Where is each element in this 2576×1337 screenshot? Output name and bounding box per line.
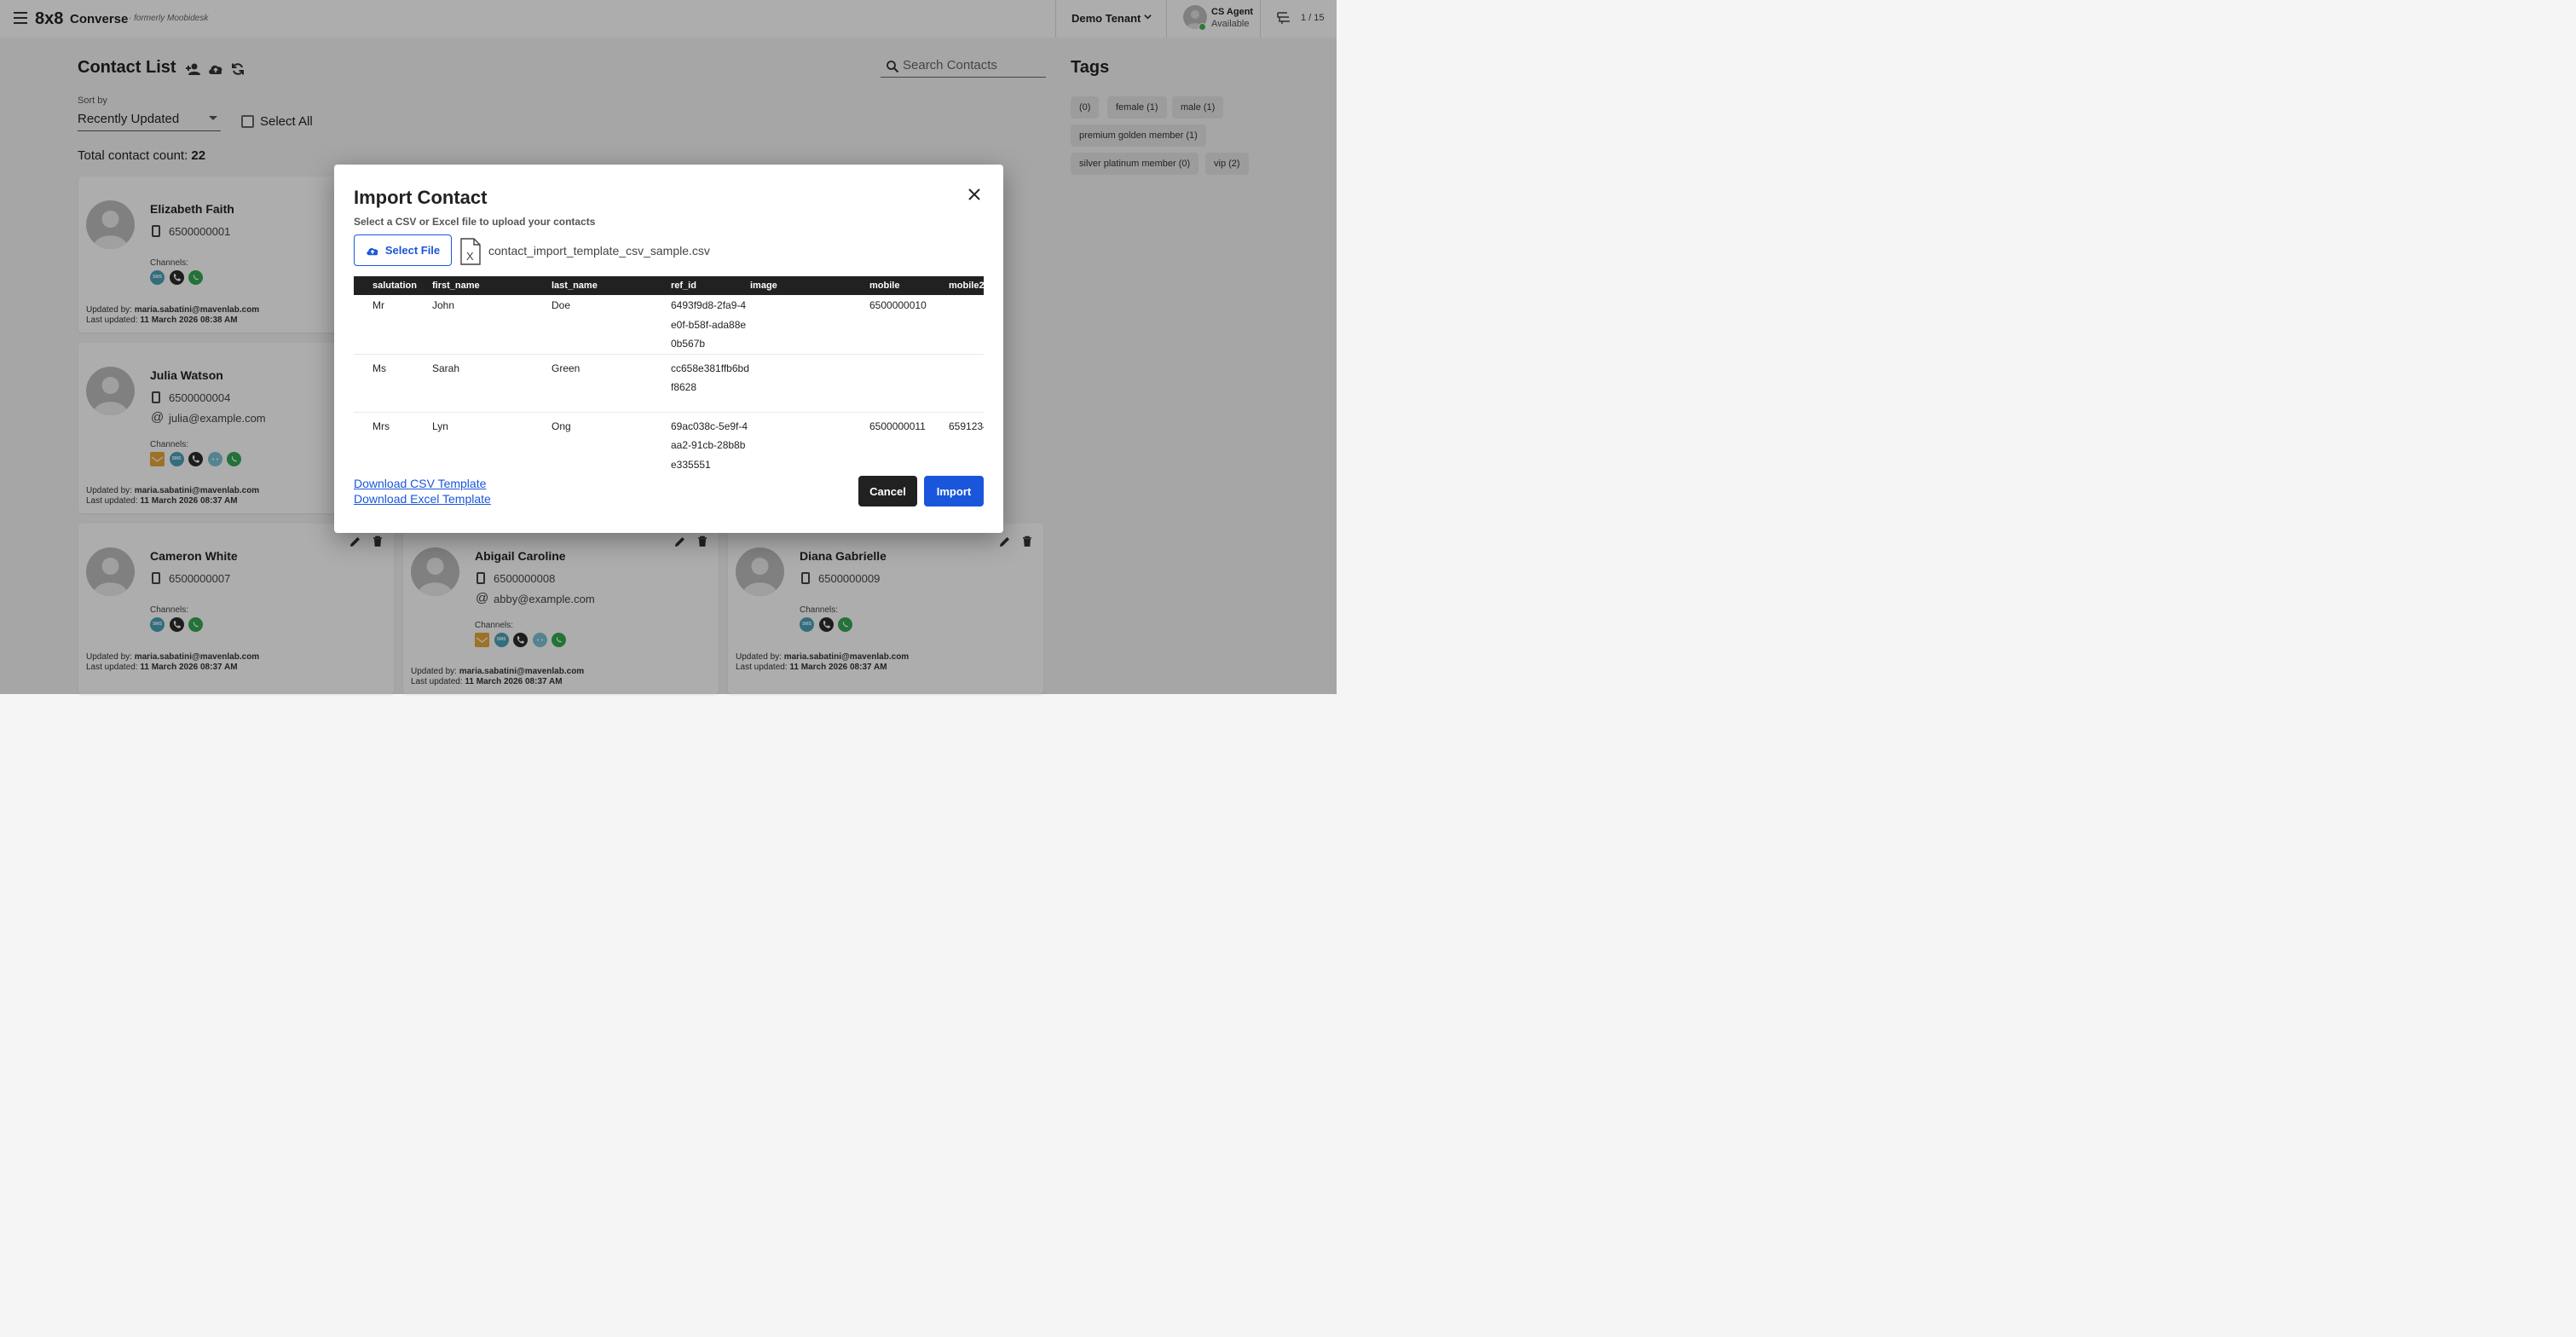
select-file-label: Select File [384,244,441,257]
table-cell: cc658e381ffb6bdf8628 [671,354,750,413]
file-icon-letter: X [466,250,474,263]
table-cell: Lyn [432,420,448,432]
cloud-upload-icon [367,247,378,255]
table-cell [750,412,869,469]
column-header: first_name [432,276,552,295]
column-header: ref_id [671,276,750,295]
table-cell: Sarah [432,354,552,413]
table-row: Mr John Doe 6493f9d8-2fa9-4e0f-b58f-ada88e0… [354,295,984,355]
table-cell: Mrs [373,420,390,432]
table-cell: Green [552,354,671,413]
import-button[interactable]: Import [924,476,984,506]
column-header: salutation [373,276,432,295]
download-csv-template-link[interactable]: Download CSV Template [354,477,486,490]
table-cell: 65912345 [949,420,984,432]
column-header: mobile2 [949,276,984,295]
download-excel-template-link[interactable]: Download Excel Template [354,492,491,506]
dialog-subtitle: Select a CSV or Excel file to upload you… [354,216,596,228]
table-cell [750,295,869,355]
table-row: Mrs Lyn Ong 69ac038c-5e9f-4aa2-91cb-28b8be3… [354,412,984,470]
table-row: Ms Sarah Green cc658e381ffb6bdf8628 [354,354,984,413]
table-cell: Mr [373,295,432,355]
cancel-button[interactable]: Cancel [858,476,917,506]
table-cell: 6500000010 [869,295,949,355]
column-header: mobile [869,276,949,295]
table-header-row: salutation first_name last_name ref_id i… [354,276,984,295]
table-cell: 69ac038c-5e9f-4aa2-91cb-28b8be335551 [671,420,748,470]
select-file-button[interactable]: Select File [354,234,452,266]
table-cell: Ms [373,354,432,413]
table-cell [869,354,949,413]
table-cell: John [432,295,552,355]
table-cell: 6493f9d8-2fa9-4e0f-b58f-ada88e0b567b [671,295,750,355]
table-cell: 6500000011 [869,420,926,432]
row-spacer [354,412,373,469]
row-spacer [354,354,373,413]
row-spacer [354,295,373,355]
import-preview-table[interactable]: salutation first_name last_name ref_id i… [354,276,984,469]
table-cell [750,354,869,413]
table-cell [949,295,984,355]
excel-file-icon: X [460,238,481,265]
import-contact-dialog: Import Contact Select a CSV or Excel fil… [334,165,1003,533]
selected-file-name: contact_import_template_csv_sample.csv [488,244,710,258]
column-header-spacer [354,276,373,295]
close-icon[interactable] [966,186,983,203]
table-cell: Ong [552,420,571,432]
table-cell: Doe [552,295,671,355]
table-cell [949,354,984,413]
column-header: image [750,276,869,295]
dialog-title: Import Contact [354,187,488,208]
column-header: last_name [552,276,671,295]
